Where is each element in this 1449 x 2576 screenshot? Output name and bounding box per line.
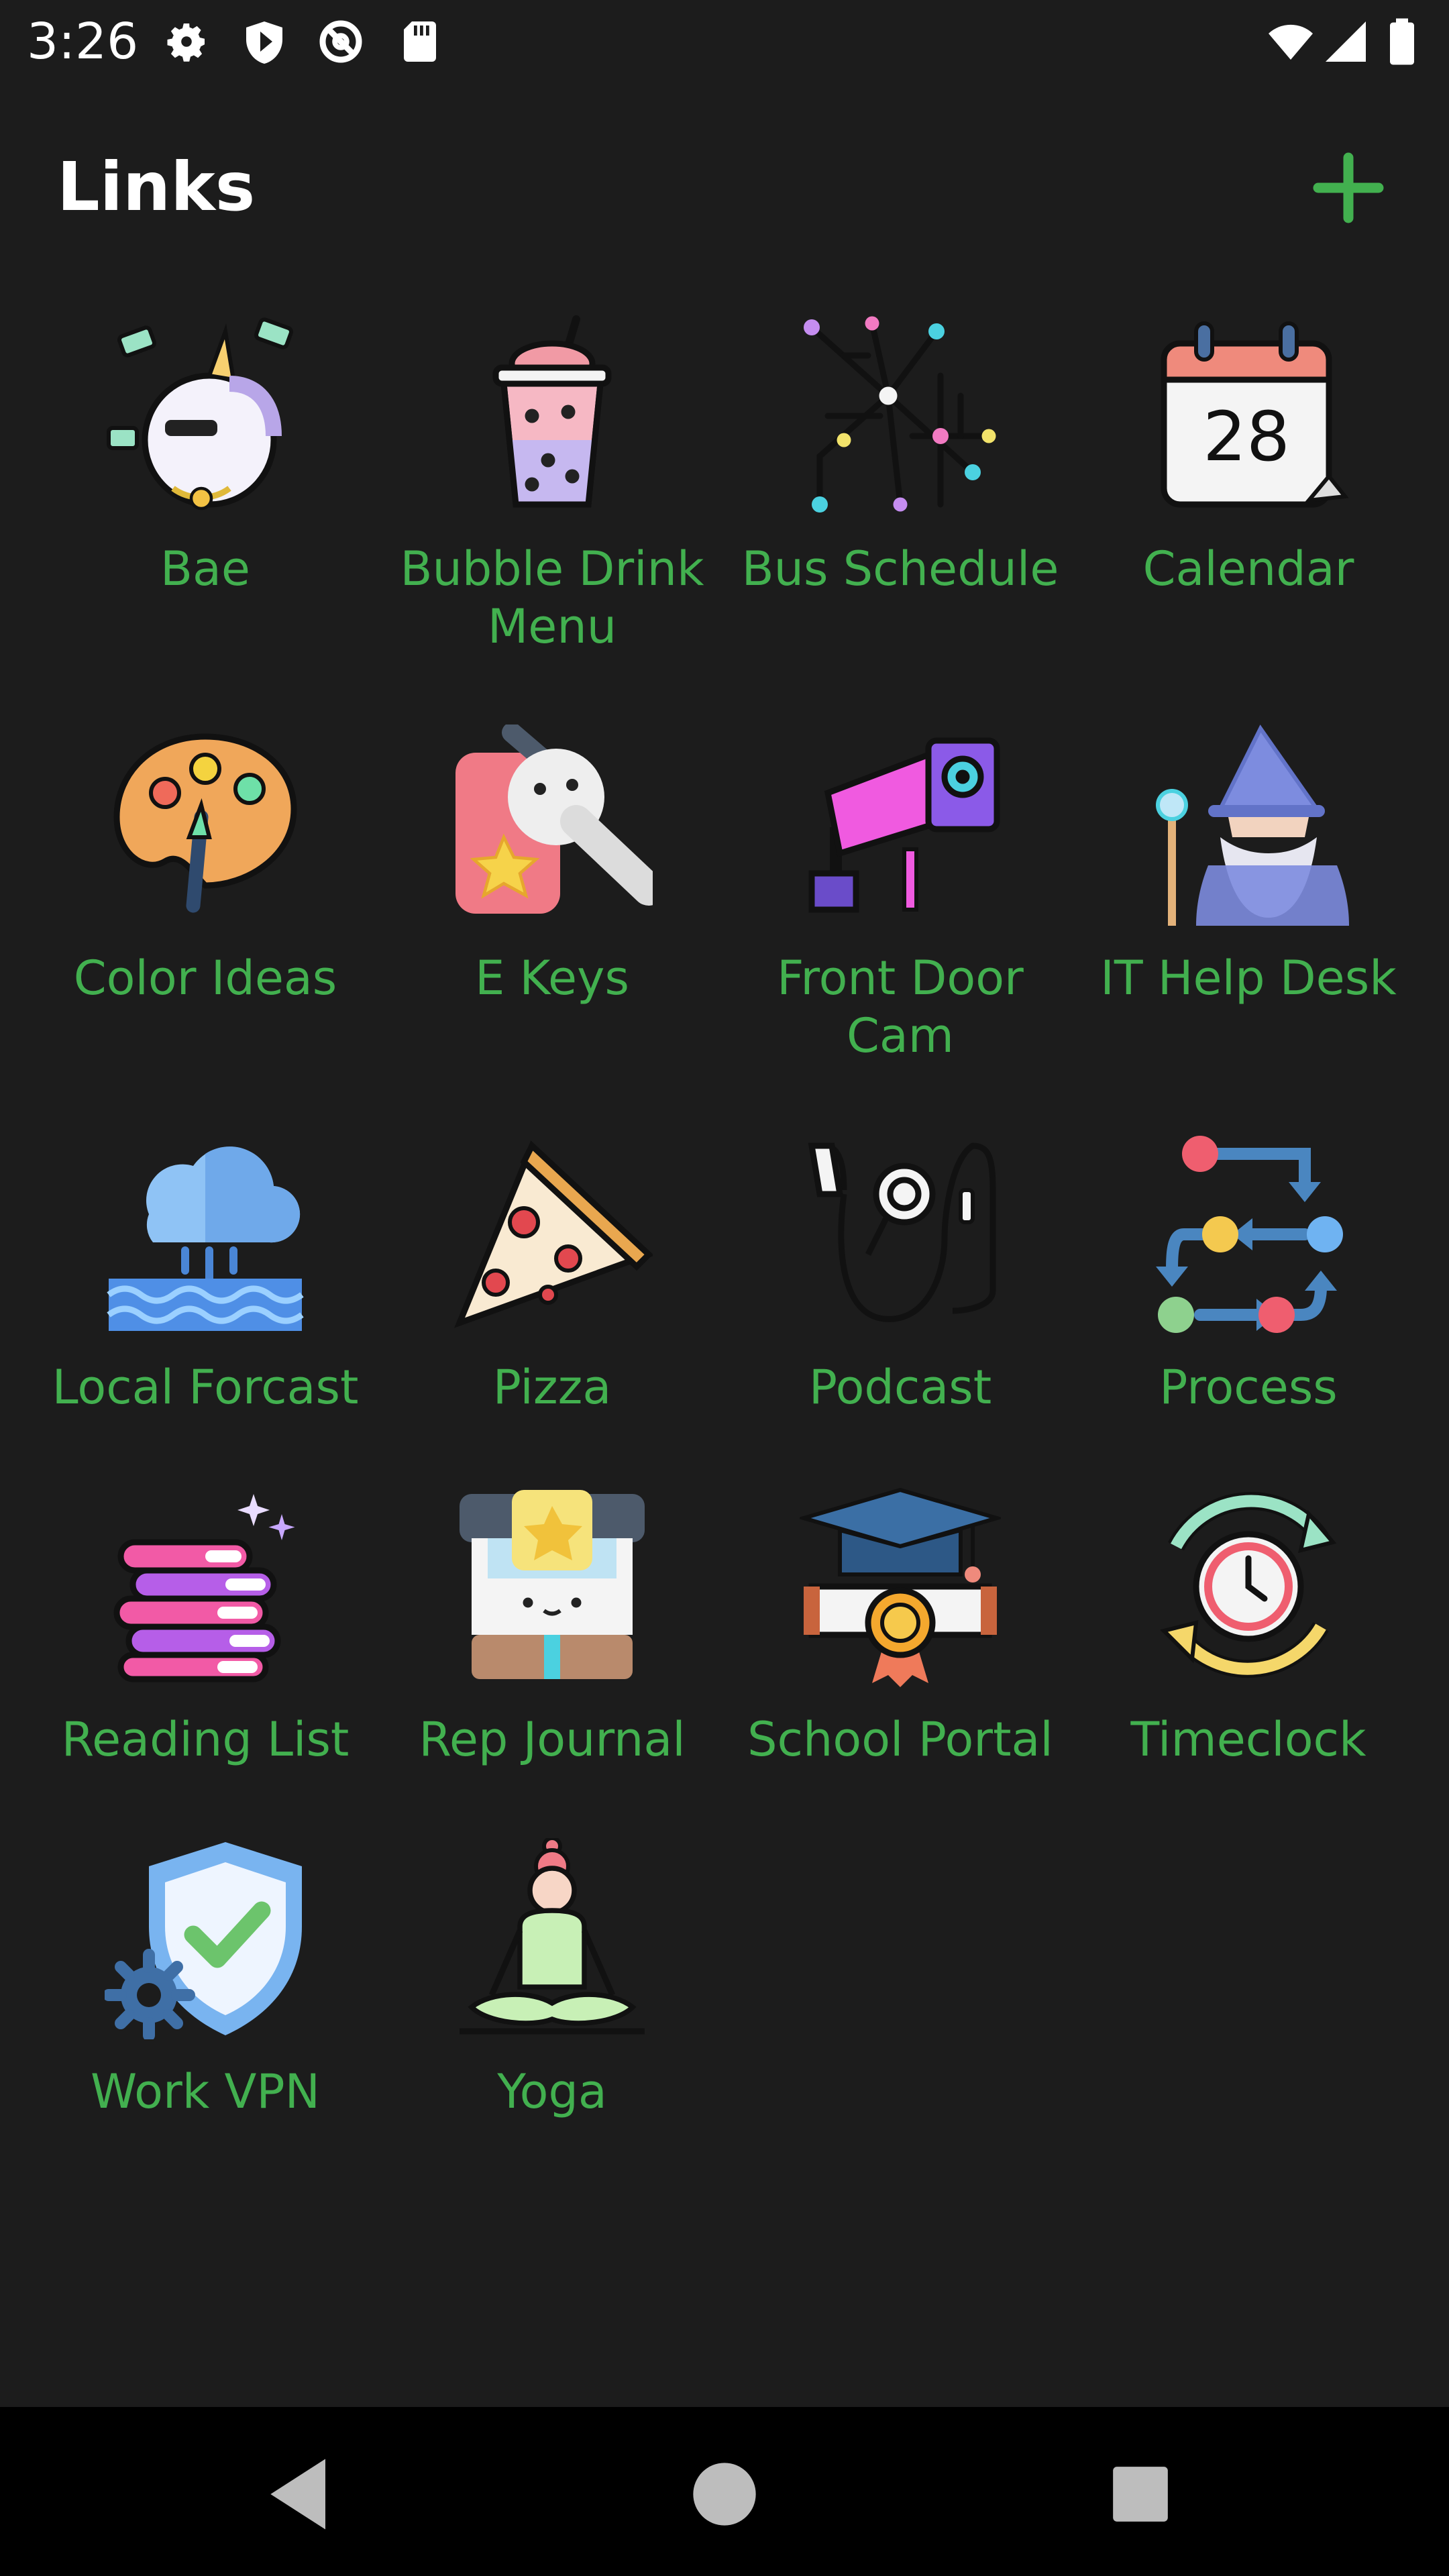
rain-cloud-icon — [107, 1146, 304, 1331]
clock-cycle-icon — [1160, 1492, 1337, 1678]
book-stack-icon — [113, 1494, 295, 1682]
bubble-tea-icon — [492, 315, 612, 508]
link-label: Podcast — [808, 1360, 992, 1415]
link-tile-reading-list[interactable]: Reading List — [31, 1486, 380, 1862]
link-tile-bae[interactable]: Bae — [31, 315, 380, 691]
graduation-cap-icon — [800, 1487, 1001, 1687]
link-tile-bus-schedule[interactable]: Bus Schedule — [726, 315, 1075, 691]
journal-icon — [460, 1490, 645, 1679]
link-label: IT Help Desk — [1100, 951, 1397, 1006]
add-link-button[interactable] — [1308, 148, 1389, 228]
wizard-icon — [1156, 724, 1349, 926]
recents-icon[interactable] — [1093, 2447, 1187, 2541]
link-tile-it-help-desk[interactable]: IT Help Desk — [1074, 724, 1423, 1100]
link-tile-local-forcast[interactable]: Local Forcast — [31, 1134, 380, 1509]
back-icon[interactable] — [255, 2447, 349, 2541]
process-flow-icon — [1156, 1136, 1343, 1333]
paint-palette-icon — [113, 733, 297, 913]
system-nav-bar — [0, 2407, 1449, 2576]
link-tile-school-portal[interactable]: School Portal — [726, 1486, 1075, 1862]
earphones-icon — [808, 1142, 996, 1322]
link-tile-podcast[interactable]: Podcast — [726, 1134, 1075, 1509]
link-tile-e-keys[interactable]: E Keys — [378, 724, 727, 1100]
security-camera-icon — [808, 737, 1000, 913]
status-time: 3:26 — [27, 13, 139, 70]
link-label: Process — [1159, 1360, 1338, 1415]
app-header: Links — [0, 121, 1449, 255]
signal-icon — [1326, 21, 1366, 62]
unicorn-icon — [107, 317, 293, 511]
link-tile-work-vpn[interactable]: Work VPN — [31, 1838, 380, 2214]
meditation-icon — [460, 1838, 645, 2035]
home-icon[interactable] — [678, 2447, 771, 2541]
link-tile-front-door-cam[interactable]: Front Door Cam — [726, 724, 1075, 1100]
wifi-icon — [1269, 24, 1313, 60]
link-tile-pizza[interactable]: Pizza — [378, 1134, 727, 1509]
status-bar: 3:26 — [0, 0, 1449, 84]
link-tile-calendar[interactable]: 28 Calendar — [1074, 315, 1423, 691]
data-saver-icon — [319, 20, 362, 63]
link-label: Local Forcast — [52, 1360, 359, 1415]
link-tile-yoga[interactable]: Yoga — [378, 1838, 727, 2214]
shield-icon — [246, 21, 282, 64]
link-label: Front Door Cam — [777, 951, 1024, 1063]
link-label: School Portal — [747, 1712, 1053, 1767]
link-label: Bubble Drink Menu — [400, 541, 704, 654]
link-label: Pizza — [492, 1360, 612, 1415]
transit-map-icon — [804, 316, 996, 513]
shield-check-icon — [105, 1842, 302, 2039]
sd-card-icon — [404, 21, 436, 62]
link-label: Yoga — [497, 2064, 607, 2119]
link-label: Color Ideas — [73, 951, 337, 1006]
link-label: Rep Journal — [419, 1712, 686, 1767]
link-tile-color-ideas[interactable]: Color Ideas — [31, 724, 380, 1100]
link-tile-process[interactable]: Process — [1074, 1134, 1423, 1509]
link-label: Timeclock — [1130, 1712, 1366, 1767]
gear-icon — [167, 23, 205, 62]
key-icon — [455, 724, 653, 914]
pizza-slice-icon — [453, 1140, 653, 1328]
calendar-icon: 28 — [1161, 321, 1349, 508]
battery-icon — [1390, 18, 1414, 65]
link-label: E Keys — [475, 951, 629, 1006]
link-label: Bae — [160, 541, 250, 596]
link-label: Reading List — [61, 1712, 350, 1767]
link-tile-timeclock[interactable]: Timeclock — [1074, 1486, 1423, 1862]
link-tile-bubble-drink-menu[interactable]: Bubble Drink Menu — [378, 315, 727, 691]
link-label: Bus Schedule — [741, 541, 1059, 596]
link-label: Work VPN — [91, 2064, 320, 2119]
page-title: Links — [57, 148, 256, 226]
link-label: Calendar — [1142, 541, 1354, 596]
calendar-day-number: 28 — [1203, 397, 1290, 477]
link-tile-rep-journal[interactable]: Rep Journal — [378, 1486, 727, 1862]
